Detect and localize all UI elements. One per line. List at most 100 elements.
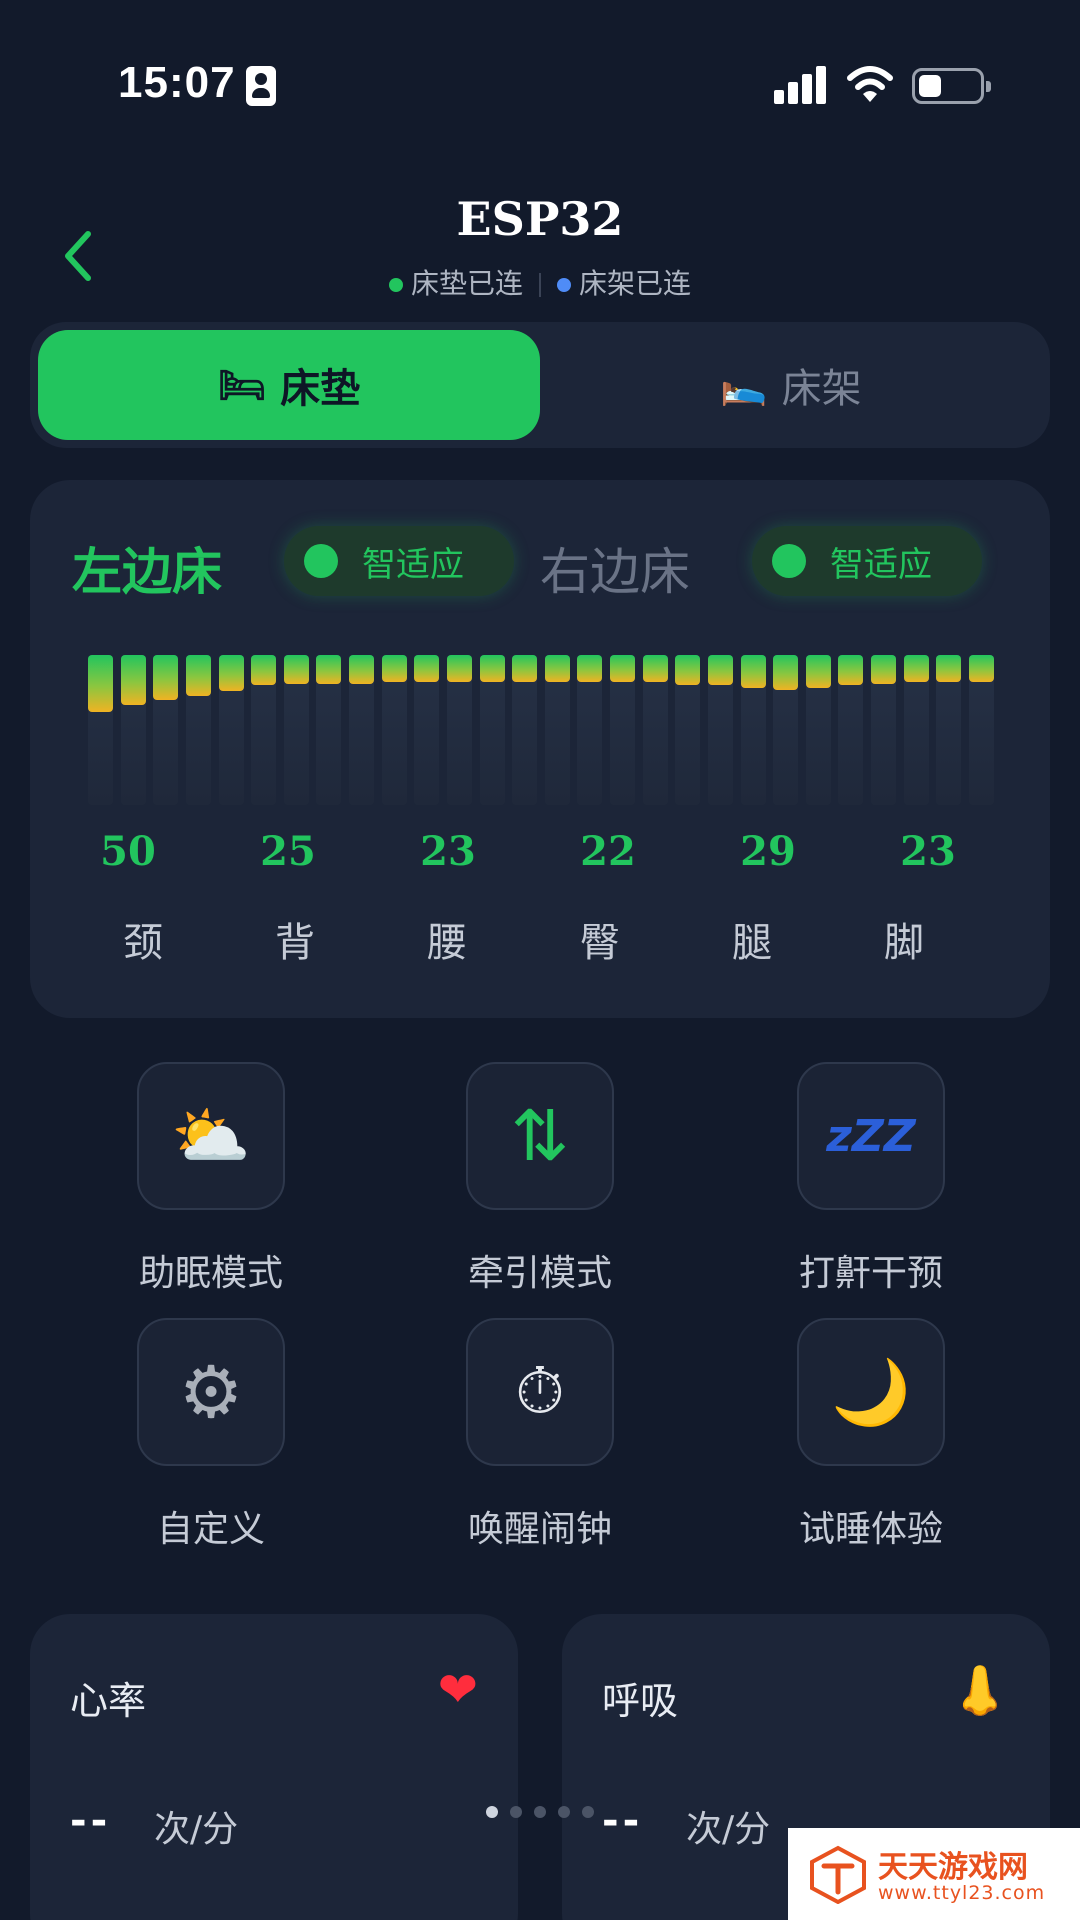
firmness-bar <box>382 655 407 805</box>
page-dot[interactable] <box>486 1806 498 1818</box>
sleep-aid-mode-button[interactable]: ⛅ 助眠模式 <box>72 1062 332 1302</box>
page-dot[interactable] <box>510 1806 522 1818</box>
firmness-bar <box>643 655 668 805</box>
page-indicator <box>486 1806 606 1818</box>
watermark-logo-icon <box>810 1845 866 1904</box>
page-dot[interactable] <box>582 1806 594 1818</box>
zzz-icon: zZZ <box>797 1062 945 1210</box>
trial-sleep-button[interactable]: 🌙 试睡体验 <box>732 1318 992 1558</box>
firmness-bar-level <box>610 655 635 682</box>
crescent-moon-icon: 🌙 <box>797 1318 945 1466</box>
heart-icon: ❤ <box>437 1662 478 1718</box>
site-watermark: 天天游戏网 www.ttyl23.com <box>788 1828 1080 1920</box>
heart-rate-unit: 次/分 <box>154 1809 239 1850</box>
zone-value: 23 <box>420 828 476 875</box>
custom-mode-button[interactable]: ⚙ 自定义 <box>72 1318 332 1558</box>
firmness-bar-level <box>284 655 309 684</box>
feature-label: 试睡体验 <box>798 1509 943 1550</box>
heart-rate-card[interactable]: 心率 ❤ -- 次/分 <box>30 1614 518 1920</box>
firmness-bar <box>773 655 798 805</box>
firmness-bar <box>545 655 570 805</box>
firmness-bar <box>838 655 863 805</box>
breathing-value: -- <box>602 1798 644 1844</box>
firmness-bar-level <box>643 655 668 682</box>
sun-behind-cloud-icon: ⛅ <box>137 1062 285 1210</box>
heart-rate-value: -- <box>70 1798 112 1844</box>
firmness-bar <box>969 655 994 805</box>
watermark-name: 天天游戏网 <box>878 1850 1028 1885</box>
wake-alarm-button[interactable]: ⏱ 唤醒闹钟 <box>401 1318 661 1558</box>
right-smart-adapt-toggle[interactable]: 智适应 <box>752 526 982 596</box>
up-down-arrows-icon: ⇅ <box>466 1062 614 1210</box>
zone-value: 50 <box>100 828 156 875</box>
zone-value: 29 <box>740 828 796 875</box>
sleeping-person-icon: 🛌 <box>720 362 768 407</box>
feature-label: 牵引模式 <box>467 1253 612 1294</box>
bed-icon: 🛏 <box>217 362 267 407</box>
firmness-bar-level <box>806 655 831 688</box>
zone-label: 臀 <box>580 920 620 966</box>
nose-icon: 👃 <box>950 1663 1010 1719</box>
firmness-bar-level <box>219 655 244 691</box>
firmness-bar <box>577 655 602 805</box>
feature-label: 唤醒闹钟 <box>467 1509 612 1550</box>
zone-label: 脚 <box>884 920 924 966</box>
zone-value: 22 <box>580 828 636 875</box>
feature-label: 打鼾干预 <box>798 1253 943 1294</box>
firmness-bar <box>936 655 961 805</box>
firmness-bar <box>512 655 537 805</box>
frame-status-text: 床架已连 <box>579 267 692 300</box>
status-bar: 15:07 <box>0 0 1080 150</box>
right-side-tab[interactable]: 右边床 <box>540 532 690 604</box>
firmness-bar-level <box>186 655 211 696</box>
feature-label: 助眠模式 <box>138 1253 283 1294</box>
zone-label: 腰 <box>427 920 467 966</box>
firmness-bar <box>251 655 276 805</box>
firmness-bar-level <box>251 655 276 685</box>
status-time: 15:07 <box>118 58 236 107</box>
heart-rate-title: 心率 <box>70 1679 147 1723</box>
left-smart-adapt-toggle[interactable]: 智适应 <box>284 526 514 596</box>
firmness-bar-level <box>121 655 146 705</box>
firmness-bar <box>741 655 766 805</box>
firmness-bar <box>349 655 374 805</box>
zone-label: 腿 <box>732 920 772 966</box>
firmness-bar-level <box>382 655 407 682</box>
zone-label: 背 <box>275 920 315 966</box>
firmness-bar-level <box>675 655 700 685</box>
firmness-bar-chart <box>88 655 994 805</box>
left-mode-label: 智适应 <box>362 544 464 585</box>
page-dot[interactable] <box>558 1806 570 1818</box>
firmness-bar-level <box>153 655 178 700</box>
firmness-bar <box>121 655 146 805</box>
firmness-bar <box>806 655 831 805</box>
firmness-bar-level <box>316 655 341 684</box>
tab-frame-label: 床架 <box>781 366 862 412</box>
wifi-icon <box>847 66 893 102</box>
connection-status: 床垫已连 床架已连 <box>0 262 1080 302</box>
page-title: ESP32 <box>456 192 624 246</box>
tab-mattress-label: 床垫 <box>280 366 361 412</box>
traction-mode-button[interactable]: ⇅ 牵引模式 <box>401 1062 661 1302</box>
snore-intervention-button[interactable]: zZZ 打鼾干预 <box>732 1062 992 1302</box>
left-side-tab[interactable]: 左边床 <box>72 532 222 604</box>
firmness-bar <box>708 655 733 805</box>
zone-label: 颈 <box>123 920 163 966</box>
firmness-bar-level <box>414 655 439 682</box>
mattress-status-dot <box>388 278 403 292</box>
firmness-bar <box>447 655 472 805</box>
tab-frame[interactable]: 🛌 床架 <box>540 330 1042 440</box>
page-dot[interactable] <box>534 1806 546 1818</box>
firmness-bar <box>904 655 929 805</box>
firmness-bar-level <box>741 655 766 688</box>
firmness-bar <box>480 655 505 805</box>
firmness-bar <box>871 655 896 805</box>
firmness-bar-level <box>904 655 929 682</box>
tab-mattress[interactable]: 🛏 床垫 <box>38 330 540 440</box>
firmness-bar-level <box>773 655 798 690</box>
firmness-bar-level <box>838 655 863 685</box>
firmness-bar-level <box>577 655 602 682</box>
firmness-bar <box>316 655 341 805</box>
gear-icon: ⚙ <box>137 1318 285 1466</box>
firmness-bar <box>610 655 635 805</box>
